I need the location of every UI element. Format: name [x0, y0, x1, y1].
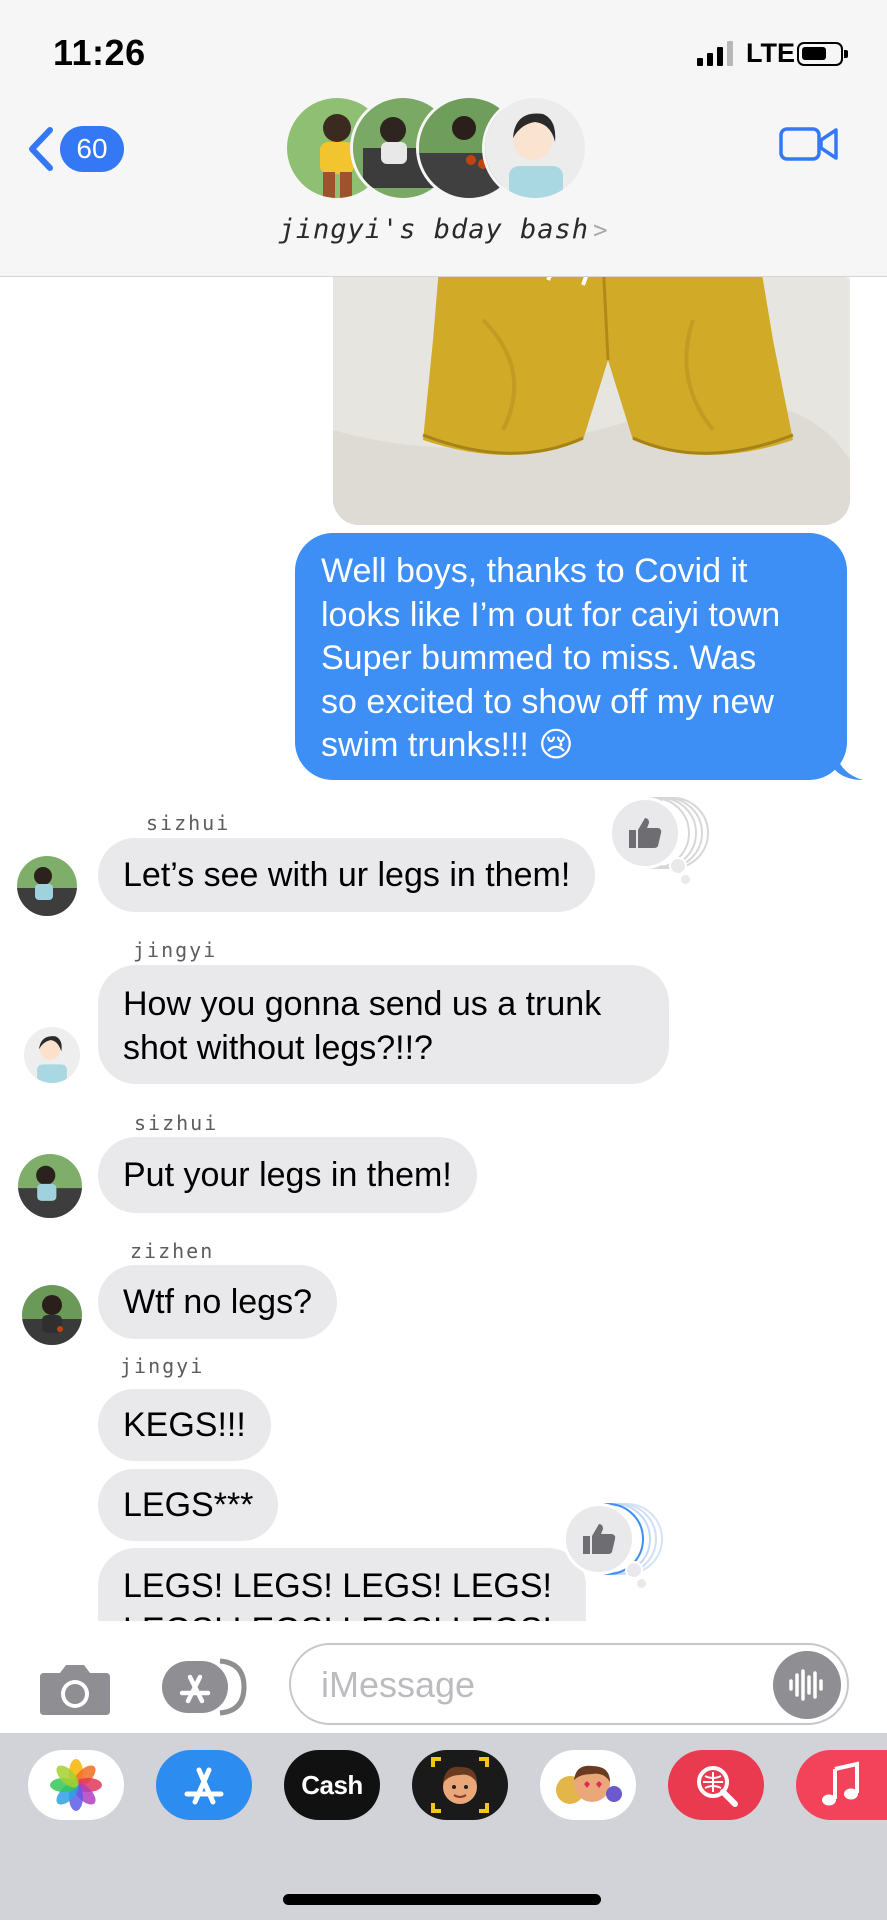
thumbs-up-icon	[563, 1503, 635, 1575]
image-search-icon[interactable]	[668, 1750, 764, 1820]
navigation-header: 11:26 LTE 60 jingyi's bday bash >	[0, 0, 887, 277]
apple-cash-icon[interactable]: Cash	[284, 1750, 380, 1820]
incoming-message-bubble[interactable]: Let’s see with ur legs in them!	[98, 838, 596, 912]
tapback-thumbs-up[interactable]	[609, 797, 713, 884]
memoji-stickers-icon[interactable]	[540, 1750, 636, 1820]
cash-text: Cash	[301, 1769, 363, 1800]
group-name-label: jingyi's bday bash	[278, 214, 590, 245]
message-text: Let’s see with ur legs in them!	[123, 856, 571, 894]
message-text: Put your legs in them!	[123, 1156, 452, 1194]
tapback-dot	[669, 857, 687, 875]
sender-avatar[interactable]	[17, 856, 77, 916]
apple-cash-label: Cash	[301, 1770, 363, 1801]
memoji-icon[interactable]	[412, 1750, 508, 1820]
battery-icon	[797, 42, 848, 66]
message-line: swim trunks!!! 😢	[321, 726, 574, 764]
audio-message-icon[interactable]	[773, 1651, 841, 1719]
photos-app-icon[interactable]	[28, 1750, 124, 1820]
camera-icon[interactable]	[38, 1661, 112, 1717]
sender-avatar[interactable]	[18, 1154, 82, 1218]
incoming-message-bubble[interactable]: KEGS!!!	[98, 1389, 271, 1461]
message-line: shot without legs?!!?	[123, 1029, 433, 1067]
sender-avatar[interactable]	[22, 1285, 82, 1345]
sender-name: jingyi	[133, 938, 218, 962]
tapback-dot	[681, 875, 690, 884]
sender-name: sizhui	[146, 811, 231, 835]
home-indicator	[283, 1894, 601, 1905]
message-input-field[interactable]	[289, 1643, 849, 1725]
message-line: so excited to show off my new	[321, 682, 774, 721]
message-text: KEGS!!!	[123, 1406, 246, 1444]
bubble-tail	[835, 752, 863, 780]
incoming-message-bubble[interactable]: How you gonna send us a trunk shot witho…	[98, 965, 669, 1084]
sender-name: zizhen	[130, 1239, 215, 1263]
message-line: Well boys, thanks to Covid it	[321, 552, 748, 590]
message-line: LEGS! LEGS! LEGS! LEGS!	[123, 1567, 552, 1605]
facetime-video-icon[interactable]	[779, 124, 839, 164]
incoming-message-bubble[interactable]: Put your legs in them!	[98, 1137, 477, 1213]
incoming-message-bubble[interactable]: Wtf no legs?	[98, 1265, 337, 1339]
message-text: LEGS***	[123, 1486, 254, 1524]
status-time: 11:26	[53, 32, 146, 73]
message-line: looks like I’m out for caiyi town	[321, 595, 781, 634]
tapback-dot	[625, 1561, 643, 1579]
outgoing-message-bubble[interactable]: Well boys, thanks to Covid it looks like…	[295, 533, 847, 780]
unread-count-badge: 60	[60, 126, 124, 172]
sender-name: sizhui	[134, 1111, 219, 1135]
chevron-left-icon	[29, 127, 53, 171]
cellular-signal-icon	[697, 40, 733, 66]
message-line: How you gonna send us a trunk	[123, 985, 602, 1023]
tapback-dot	[637, 1579, 646, 1588]
sender-name: jingyi	[120, 1354, 205, 1378]
chevron-right-icon: >	[593, 216, 609, 244]
app-drawer: Cash	[0, 1733, 887, 1920]
network-type-label: LTE	[746, 38, 795, 68]
tapback-thumbs-up[interactable]	[563, 1503, 667, 1588]
message-text: Wtf no legs?	[123, 1283, 312, 1321]
message-input[interactable]	[321, 1663, 741, 1707]
app-store-icon[interactable]	[156, 1750, 252, 1820]
sender-avatar[interactable]	[24, 1027, 80, 1083]
group-name-button[interactable]: jingyi's bday bash >	[0, 214, 887, 245]
music-icon[interactable]	[796, 1750, 887, 1820]
app-store-button-icon[interactable]	[160, 1657, 250, 1717]
incoming-message-bubble[interactable]: LEGS***	[98, 1469, 279, 1541]
back-button[interactable]: 60	[26, 126, 124, 172]
group-avatar	[482, 95, 588, 201]
group-avatars[interactable]	[284, 95, 604, 205]
message-line: Super bummed to miss. Was	[321, 639, 757, 677]
thumbs-up-icon	[609, 797, 681, 869]
compose-bar	[0, 1621, 887, 1733]
